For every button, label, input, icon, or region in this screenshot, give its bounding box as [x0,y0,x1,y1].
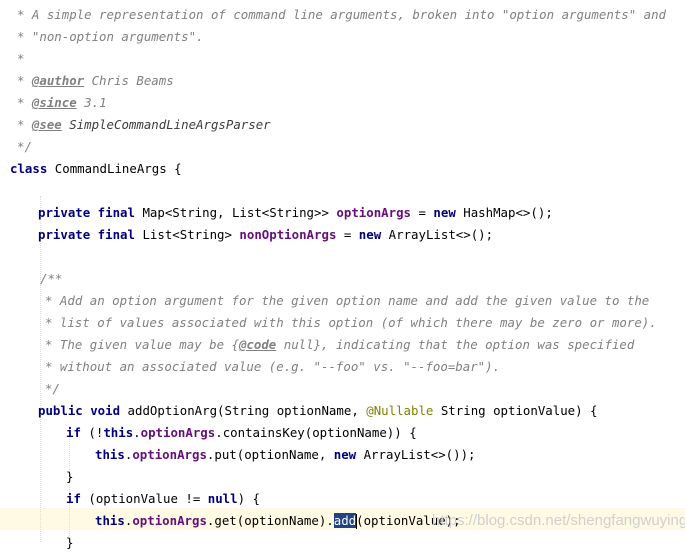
code-line[interactable]: } [66,466,73,488]
code-line[interactable]: * The given value may be {@code null}, i… [45,334,634,356]
doc-comment-text: * The given value may be { [45,337,239,352]
code-editor[interactable]: * A simple representation of command lin… [0,0,685,550]
keyword: public void [38,403,121,418]
doc-star: * [17,95,32,110]
doc-comment-text: 3.1 [76,95,107,110]
field-name: nonOptionArgs [239,227,337,242]
doc-comment-text: * A simple representation of command lin… [17,7,667,22]
javadoc-see-tag: @see [31,117,62,132]
code-line[interactable]: private final Map<String, List<String>> … [38,202,553,224]
keyword: new [433,205,456,220]
closing-brace: } [66,535,74,550]
watermark: https://blog.csdn.net/shengfangwuying [432,512,685,529]
javadoc-since-tag: @since [31,95,77,110]
code-text: .put(optionName, [206,447,334,462]
doc-comment-open: /** [40,271,63,286]
doc-star: * [17,117,32,132]
code-line[interactable]: public void addOptionArg(String optionNa… [38,400,598,422]
javadoc-code-tag: @code [238,337,277,352]
code-text: ArrayList<>(); [381,227,494,242]
javadoc-author-tag: @author [31,73,85,88]
keyword: null [207,491,238,506]
doc-comment-text: * without an associated value (e.g. "--f… [45,359,501,374]
doc-comment-text: null}, indicating that the option was sp… [276,337,635,352]
code-line[interactable]: * [17,48,24,70]
code-line[interactable]: * @see SimpleCommandLineArgsParser [17,114,271,136]
doc-comment-close: */ [17,139,32,154]
code-line[interactable]: * @author Chris Beams [17,70,174,92]
code-line[interactable]: this.optionArgs.get(optionName).add(opti… [95,510,461,532]
keyword: this [103,425,134,440]
code-line[interactable]: * list of values associated with this op… [45,312,657,334]
keyword: private final [38,227,135,242]
code-line[interactable]: /** [40,268,62,290]
doc-comment-close: */ [45,381,60,396]
keyword: if [66,425,81,440]
code-line[interactable]: * A simple representation of command lin… [17,4,666,26]
keyword: this [95,447,125,462]
method-signature: addOptionArg(String optionName, [120,403,367,418]
field-name: optionArgs [132,513,207,528]
code-line[interactable]: class CommandLineArgs { [10,158,182,180]
selected-text[interactable]: add [333,513,357,528]
operator: = [336,227,359,242]
code-text: . [133,425,141,440]
indent-guide [40,196,41,542]
doc-comment-text: * list of values associated with this op… [45,315,657,330]
type-text: List<String> [134,227,240,242]
code-text: .containsKey(optionName)) { [215,425,417,440]
doc-comment-text: * [17,51,25,66]
code-text: ) { [237,491,260,506]
javadoc-see-value: SimpleCommandLineArgsParser [61,117,271,132]
code-line[interactable]: */ [17,136,32,158]
code-text: HashMap<>(); [455,205,553,220]
keyword: class [10,161,48,176]
keyword: this [95,513,125,528]
field-name: optionArgs [140,425,216,440]
code-text: (optionValue != [80,491,208,506]
code-text: .get(optionName). [206,513,334,528]
keyword: private final [38,205,135,220]
code-line[interactable]: * without an associated value (e.g. "--f… [45,356,500,378]
field-name: optionArgs [336,205,412,220]
code-line[interactable]: * @since 3.1 [17,92,107,114]
code-line[interactable]: * "non-option arguments". [17,26,204,48]
code-line[interactable]: } [66,532,73,554]
keyword: if [66,491,81,506]
code-text: ArrayList<>()); [356,447,476,462]
field-name: optionArgs [132,447,207,462]
code-line[interactable]: * Add an option argument for the given o… [45,290,649,312]
annotation: @Nullable [366,403,434,418]
keyword: new [358,227,382,242]
code-line[interactable]: if (!this.optionArgs.containsKey(optionN… [66,422,417,444]
doc-comment-text: Chris Beams [84,73,174,88]
code-text: (! [80,425,104,440]
operator: = [411,205,434,220]
code-line[interactable]: private final List<String> nonOptionArgs… [38,224,493,246]
code-line[interactable]: */ [45,378,60,400]
keyword: new [333,447,357,462]
closing-brace: } [66,469,74,484]
doc-comment-text: * Add an option argument for the given o… [45,293,650,308]
code-line[interactable]: this.optionArgs.put(optionName, new Arra… [95,444,476,466]
doc-star: * [17,73,32,88]
type-text: Map<String, List<String>> [134,205,337,220]
code-line[interactable]: if (optionValue != null) { [66,488,260,510]
class-name: CommandLineArgs { [47,161,182,176]
doc-comment-text: * "non-option arguments". [17,29,204,44]
code-text: String optionValue) { [433,403,598,418]
